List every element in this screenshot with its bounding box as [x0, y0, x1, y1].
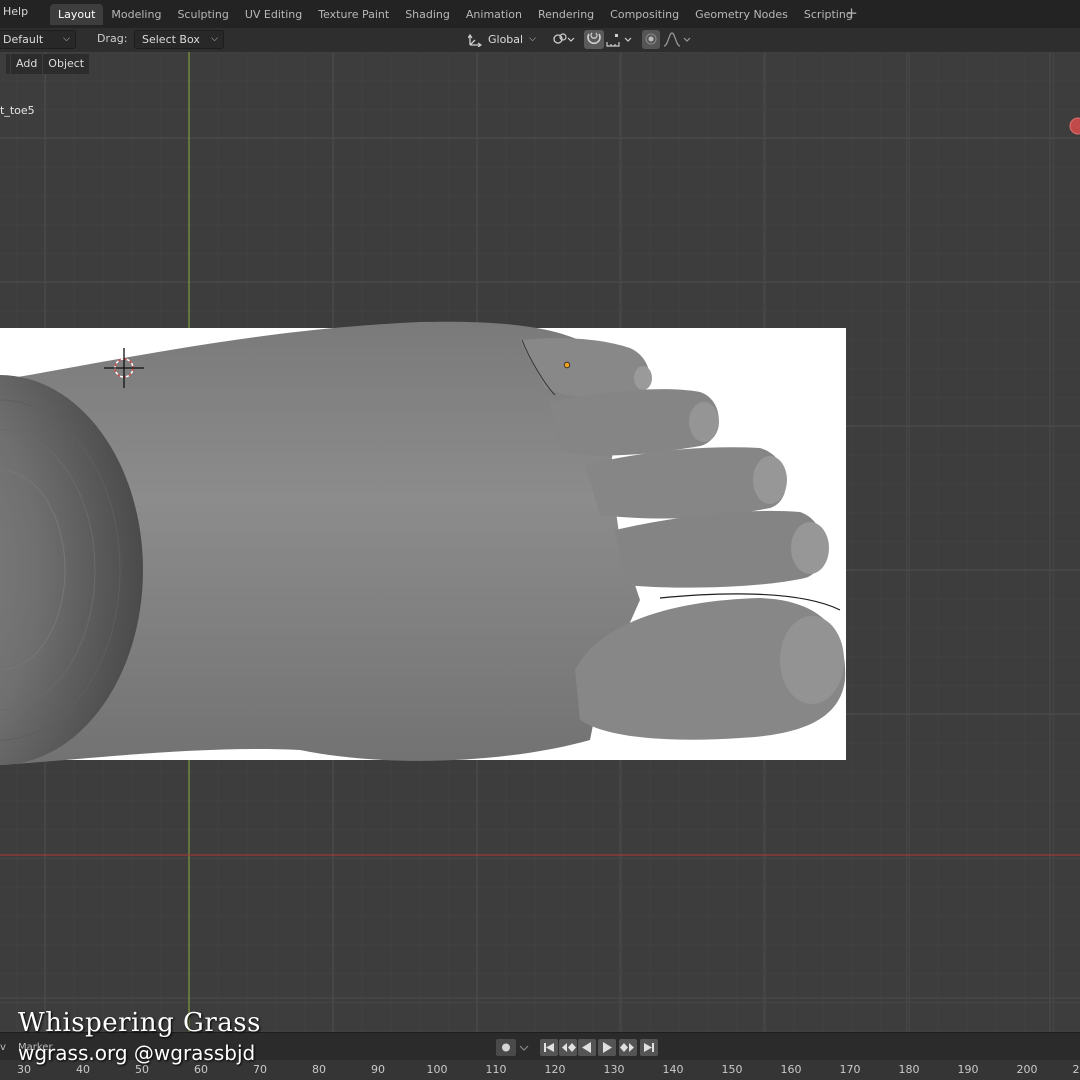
- prev-keyframe-button[interactable]: [559, 1039, 577, 1056]
- tick-label: 80: [312, 1063, 326, 1076]
- add-workspace-button[interactable]: +: [842, 5, 861, 24]
- menu-object[interactable]: Object: [43, 54, 90, 74]
- transform-orientation-value: Global: [488, 33, 524, 46]
- tick-label: 90: [371, 1063, 385, 1076]
- chevron-down-icon: ⌵: [211, 34, 218, 44]
- tab-texture-paint[interactable]: Texture Paint: [310, 4, 397, 25]
- transform-orientation-dropdown[interactable]: Global ⌵: [463, 30, 542, 49]
- workspace-tabs: Layout Modeling Sculpting UV Editing Tex…: [50, 4, 861, 25]
- pivot-point-icon: [553, 33, 575, 44]
- magnet-icon: [587, 32, 601, 45]
- tab-rendering[interactable]: Rendering: [530, 4, 602, 25]
- record-button[interactable]: [496, 1039, 516, 1056]
- jump-to-start-icon: [544, 1043, 554, 1052]
- watermark-subtitle: wgrass.org @wgrassbjd: [18, 1041, 256, 1065]
- jump-start-button[interactable]: [540, 1039, 558, 1056]
- drag-value: Select Box: [142, 33, 200, 46]
- viewport-menu-edge: [6, 54, 10, 74]
- tab-animation[interactable]: Animation: [458, 4, 530, 25]
- snap-toggle[interactable]: [584, 30, 604, 49]
- record-options-button[interactable]: [517, 1039, 531, 1056]
- chevron-down-icon: [519, 1045, 529, 1051]
- tick-label: 160: [780, 1063, 802, 1076]
- tool-header: Default ⌵ Drag: Select Box ⌵ Global ⌵: [0, 28, 1080, 52]
- tick-label: 190: [957, 1063, 979, 1076]
- drag-label: Drag:: [97, 32, 128, 45]
- watermark-title: Whispering Grass: [18, 1008, 261, 1038]
- tab-uv-editing[interactable]: UV Editing: [237, 4, 310, 25]
- active-object-name: t_toe5: [0, 104, 35, 117]
- orientation-dropdown[interactable]: Default ⌵: [0, 30, 76, 49]
- chevron-down-icon: ⌵: [63, 34, 70, 44]
- tick-label: 150: [721, 1063, 743, 1076]
- navigation-gizmo-x-icon[interactable]: [1069, 117, 1080, 135]
- play-reverse-icon: [582, 1042, 591, 1053]
- tab-shading[interactable]: Shading: [397, 4, 458, 25]
- play-button[interactable]: [598, 1039, 616, 1056]
- tab-sculpting[interactable]: Sculpting: [169, 4, 236, 25]
- next-keyframe-icon: [620, 1043, 634, 1052]
- menu-add[interactable]: Add: [11, 54, 43, 74]
- tick-label: 180: [898, 1063, 920, 1076]
- falloff-curve-icon: [663, 32, 691, 47]
- play-reverse-button[interactable]: [578, 1039, 596, 1056]
- tick-label: 2: [1072, 1063, 1080, 1076]
- menu-help[interactable]: Help: [3, 5, 28, 18]
- 3d-viewport[interactable]: Add Object t_toe5: [0, 52, 1080, 1032]
- proportional-edit-icon: [645, 33, 657, 45]
- play-icon: [603, 1042, 612, 1053]
- top-bar: Help Layout Modeling Sculpting UV Editin…: [0, 0, 1080, 28]
- chevron-down-icon: ⌵: [529, 34, 536, 44]
- tab-compositing[interactable]: Compositing: [602, 4, 687, 25]
- orientation-value: Default: [3, 33, 44, 46]
- prev-keyframe-icon: [562, 1043, 576, 1052]
- tick-label: 100: [426, 1063, 448, 1076]
- record-icon: [502, 1043, 510, 1052]
- drag-dropdown[interactable]: Select Box ⌵: [134, 30, 224, 49]
- tick-label: 130: [603, 1063, 625, 1076]
- viewport-menu: Add Object: [6, 54, 90, 74]
- tab-geometry-nodes[interactable]: Geometry Nodes: [687, 4, 796, 25]
- pivot-point-button[interactable]: [550, 30, 578, 49]
- tick-label: 140: [662, 1063, 684, 1076]
- tick-label: 170: [839, 1063, 861, 1076]
- snap-increment-icon: [606, 34, 632, 47]
- tick-label: 110: [485, 1063, 507, 1076]
- tick-label: 200: [1016, 1063, 1038, 1076]
- jump-to-end-icon: [644, 1043, 654, 1052]
- falloff-dropdown[interactable]: [662, 30, 694, 49]
- jump-end-button[interactable]: [640, 1039, 658, 1056]
- snap-target-dropdown[interactable]: [604, 30, 636, 49]
- tick-label: 120: [544, 1063, 566, 1076]
- object-origin: [563, 361, 571, 369]
- transform-orientation-icon: [468, 33, 482, 47]
- viewport-scene: [0, 52, 1080, 1032]
- menu-view[interactable]: v: [0, 1042, 6, 1053]
- next-keyframe-button[interactable]: [619, 1039, 637, 1056]
- proportional-edit-toggle[interactable]: [642, 30, 660, 49]
- tab-modeling[interactable]: Modeling: [103, 4, 169, 25]
- tab-layout[interactable]: Layout: [50, 4, 104, 25]
